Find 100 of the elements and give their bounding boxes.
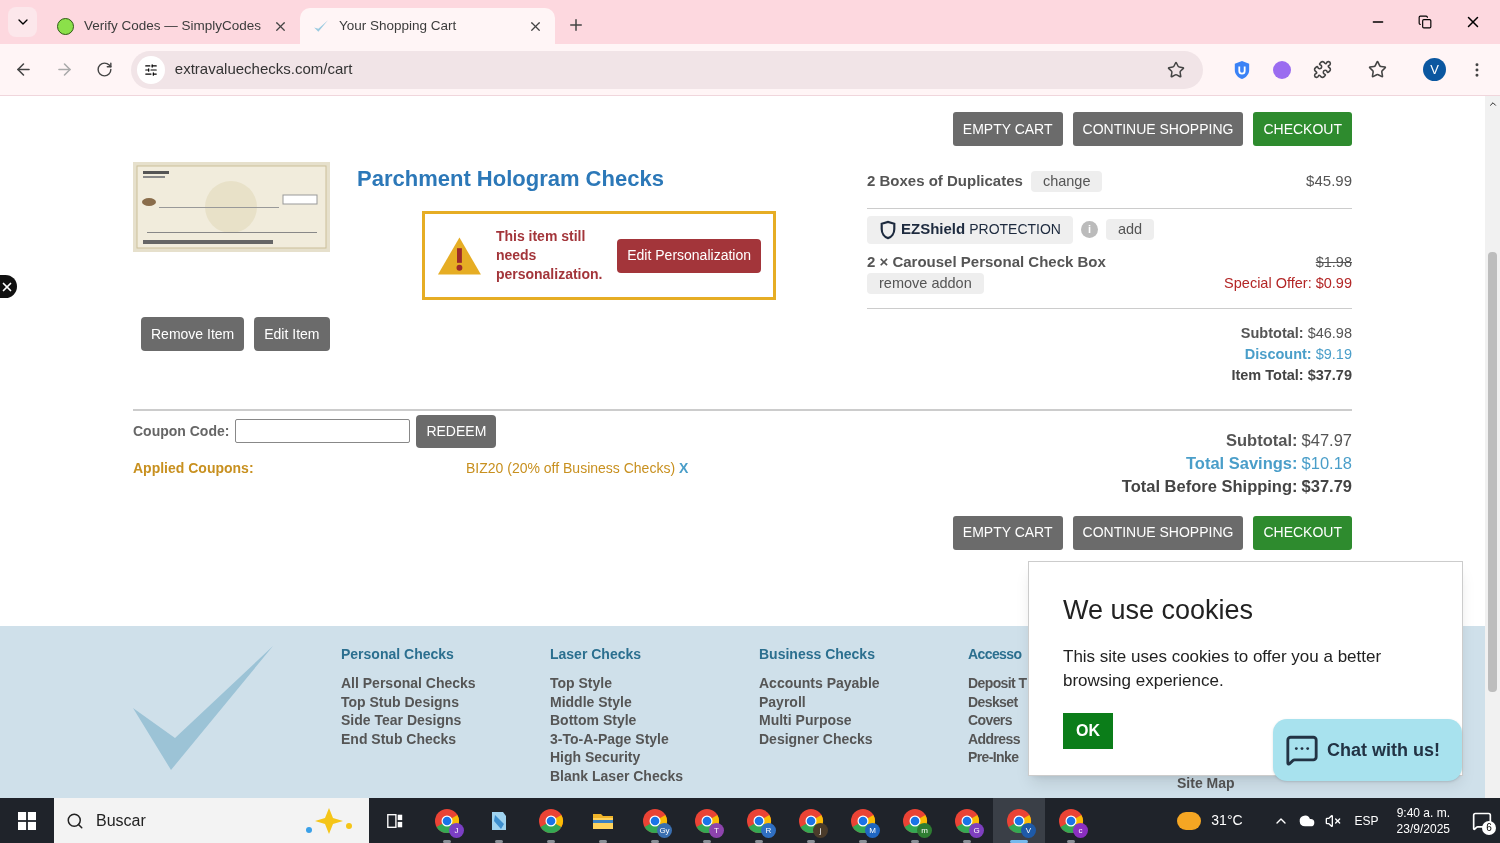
original-price: $1.98 (1315, 252, 1352, 272)
address-bar[interactable]: extravaluechecks.com/cart (130, 50, 1204, 89)
shield-logo-icon (879, 219, 897, 240)
redeem-button[interactable]: REDEEM (416, 414, 497, 448)
footer-link[interactable]: Top Stub Designs (341, 692, 459, 711)
footer-link[interactable]: Payroll (759, 692, 806, 711)
total-label: Discount: (1244, 344, 1312, 364)
notification-count: 6 (1482, 820, 1496, 835)
shield-icon[interactable] (1233, 59, 1252, 80)
browser-tab[interactable]: Verify Codes — SimplyCodes (45, 8, 300, 44)
temperature[interactable]: 31°C (1211, 810, 1243, 831)
taskbar-app[interactable]: R (733, 798, 785, 843)
product-title[interactable]: Parchment Hologram Checks (357, 162, 776, 195)
footer-link[interactable]: Deskset (968, 692, 1018, 711)
tab-title: Verify Codes — SimplyCodes (84, 16, 263, 35)
protection-label: PROTECTION (969, 220, 1061, 239)
extensions-icon[interactable] (1313, 60, 1333, 79)
taskbar-app[interactable]: G (941, 798, 993, 843)
bookmark-star-icon[interactable] (1167, 60, 1186, 79)
search-icon (66, 811, 84, 830)
footer-link[interactable]: Address (968, 729, 1020, 748)
taskbar-app[interactable]: m (889, 798, 941, 843)
footer-link[interactable]: Pre-Inke (968, 748, 1019, 767)
total-label: Subtotal: (1226, 429, 1298, 451)
total-value: $47.97 (1301, 429, 1352, 451)
remove-coupon-button[interactable]: X (679, 457, 689, 479)
chat-bubble-icon (1285, 733, 1319, 767)
total-value: $10.18 (1301, 452, 1352, 474)
language-indicator[interactable]: ESP (1354, 811, 1379, 830)
footer-link[interactable]: High Security (550, 748, 641, 767)
restore-icon[interactable] (1418, 15, 1432, 29)
footer-link[interactable]: All Personal Checks (341, 674, 476, 693)
total-label: Total Savings: (1186, 452, 1298, 474)
bookmarks-icon[interactable] (1368, 60, 1388, 79)
checkmark-logo-icon (133, 646, 273, 770)
total-label: Total Before Shipping: (1121, 475, 1298, 497)
taskbar-app[interactable]: c (1045, 798, 1097, 843)
coupon-input-field[interactable] (235, 419, 411, 443)
weather-icon[interactable] (1177, 811, 1202, 830)
duplicates-price: $45.99 (1306, 171, 1352, 191)
edit-personalization-button[interactable]: Edit Personalization (617, 238, 761, 273)
chat-button[interactable]: Chat with us! (1273, 719, 1462, 781)
clock-date[interactable]: 23/9/2025 (1396, 820, 1450, 837)
footer-link[interactable]: Designer Checks (759, 729, 873, 748)
footer-link[interactable]: Accounts Payable (759, 674, 880, 693)
footer-heading: Laser Checks (550, 646, 642, 662)
footer-heading: Personal Checks (341, 646, 454, 662)
footer-link[interactable]: Bottom Style (550, 711, 637, 730)
tab-title: Your Shopping Cart (339, 16, 458, 35)
checkout-button[interactable]: CHECKOUT (1253, 515, 1352, 550)
scrollbar-thumb[interactable] (1488, 252, 1497, 692)
special-offer: Special Offer: $0.99 (1224, 273, 1352, 293)
taskbar-app[interactable]: Gy (629, 798, 681, 843)
footer-link[interactable]: Site Map (1177, 774, 1235, 792)
footer-link[interactable]: Blank Laser Checks (550, 766, 684, 785)
checkout-button[interactable]: CHECKOUT (1253, 112, 1352, 146)
total-value: $9.19 (1315, 344, 1352, 364)
profile-avatar[interactable]: V (1423, 58, 1447, 81)
add-button[interactable]: add (1105, 219, 1155, 240)
taskbar-app[interactable]: J (421, 798, 473, 843)
taskbar-app[interactable]: V (993, 798, 1045, 843)
new-tab-icon[interactable] (567, 16, 585, 34)
item-action-button[interactable]: Edit Item (254, 317, 330, 351)
protection-brand: EZShield (901, 219, 966, 240)
cart-button[interactable]: EMPTY CART (952, 112, 1063, 146)
reload-icon[interactable] (95, 61, 113, 78)
ok-button[interactable]: OK (1063, 712, 1113, 749)
change-button[interactable]: change (1030, 170, 1103, 192)
applied-coupon: BIZ20 (20% off Business Checks) (466, 458, 676, 478)
tab-favicon-icon (57, 17, 74, 35)
footer-link[interactable]: Middle Style (550, 692, 632, 711)
extension-icon[interactable] (1273, 60, 1292, 79)
footer-link[interactable]: End Stub Checks (341, 729, 457, 748)
footer-link[interactable]: 3-To-A-Page Style (550, 729, 669, 748)
footer-link[interactable]: Covers (968, 711, 1012, 730)
tab-list-button[interactable] (8, 7, 37, 37)
remove-addon-button[interactable]: remove addon (867, 272, 984, 294)
taskbar-app[interactable]: M (837, 798, 889, 843)
taskbar-search-field[interactable]: Buscar (54, 798, 369, 843)
footer-link[interactable]: Multi Purpose (759, 711, 852, 730)
total-value: $37.79 (1307, 365, 1352, 385)
cart-button[interactable]: CONTINUE SHOPPING (1072, 112, 1244, 146)
footer-link[interactable]: Deposit T (968, 674, 1027, 693)
site-settings-icon[interactable] (143, 62, 158, 77)
back-icon[interactable] (14, 60, 33, 79)
item-action-button[interactable]: Remove Item (141, 317, 245, 351)
scroll-up-icon[interactable] (1487, 99, 1498, 109)
taskbar-app[interactable]: T (681, 798, 733, 843)
taskbar-app[interactable]: j (785, 798, 837, 843)
footer-link[interactable]: Top Style (550, 674, 612, 693)
cart-button[interactable]: EMPTY CART (952, 515, 1063, 550)
cart-button[interactable]: CONTINUE SHOPPING (1072, 515, 1244, 550)
clock-time[interactable]: 9:40 a. m. (1396, 804, 1450, 821)
total-value: $46.98 (1307, 323, 1352, 343)
browser-icon (538, 807, 564, 834)
alert-text: This item still needs personalization. (495, 227, 604, 284)
browser-tab[interactable]: Your Shopping Cart (300, 8, 555, 44)
total-value: $37.79 (1301, 475, 1352, 497)
footer-link[interactable]: Side Tear Designs (341, 711, 462, 730)
volume-muted-icon[interactable] (1324, 812, 1341, 829)
